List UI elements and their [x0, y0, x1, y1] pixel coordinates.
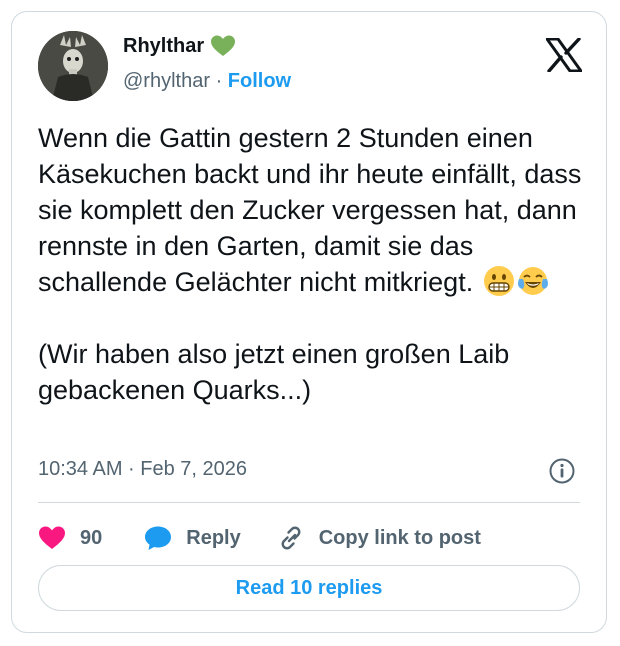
- handle-line: @rhylthar · Follow: [123, 70, 291, 93]
- copy-link-button[interactable]: Copy link to post: [277, 525, 481, 551]
- info-icon[interactable]: [548, 457, 576, 485]
- divider: [38, 502, 580, 503]
- tweet-card: Rhylthar @rhylthar · Follow Wenn die Gat…: [11, 11, 607, 633]
- reply-button[interactable]: Reply: [144, 525, 241, 551]
- reply-bubble-icon: [145, 526, 172, 550]
- action-bar: 90 Reply Copy link to post: [38, 518, 481, 558]
- green-heart-icon: [211, 35, 236, 56]
- face-with-tears-of-joy-icon: [517, 267, 548, 295]
- author-display-name[interactable]: Rhylthar: [123, 35, 204, 58]
- copy-link-label: Copy link to post: [318, 526, 481, 549]
- link-icon: [281, 526, 301, 550]
- like-button[interactable]: 90: [38, 525, 102, 551]
- tweet-text-second: (Wir haben also jetzt einen großen Laib …: [38, 339, 517, 405]
- heart-icon: [39, 526, 65, 549]
- timestamp[interactable]: 10:34 AM · Feb 7, 2026: [38, 458, 247, 481]
- grimacing-face-icon: [483, 266, 514, 296]
- like-count: 90: [80, 526, 103, 549]
- avatar-image-icon: [38, 31, 108, 101]
- separator-dot: ·: [215, 70, 223, 92]
- avatar[interactable]: [38, 31, 108, 101]
- author-name-row[interactable]: Rhylthar: [123, 34, 236, 58]
- x-logo-icon[interactable]: [546, 38, 582, 72]
- reply-label: Reply: [186, 526, 241, 549]
- tweet-text: Wenn die Gattin gestern 2 Stunden einen …: [38, 120, 586, 408]
- follow-button[interactable]: Follow: [228, 70, 291, 92]
- read-replies-label: Read 10 replies: [235, 576, 383, 599]
- author-handle[interactable]: @rhylthar: [123, 70, 210, 92]
- read-replies-button[interactable]: Read 10 replies: [38, 565, 580, 611]
